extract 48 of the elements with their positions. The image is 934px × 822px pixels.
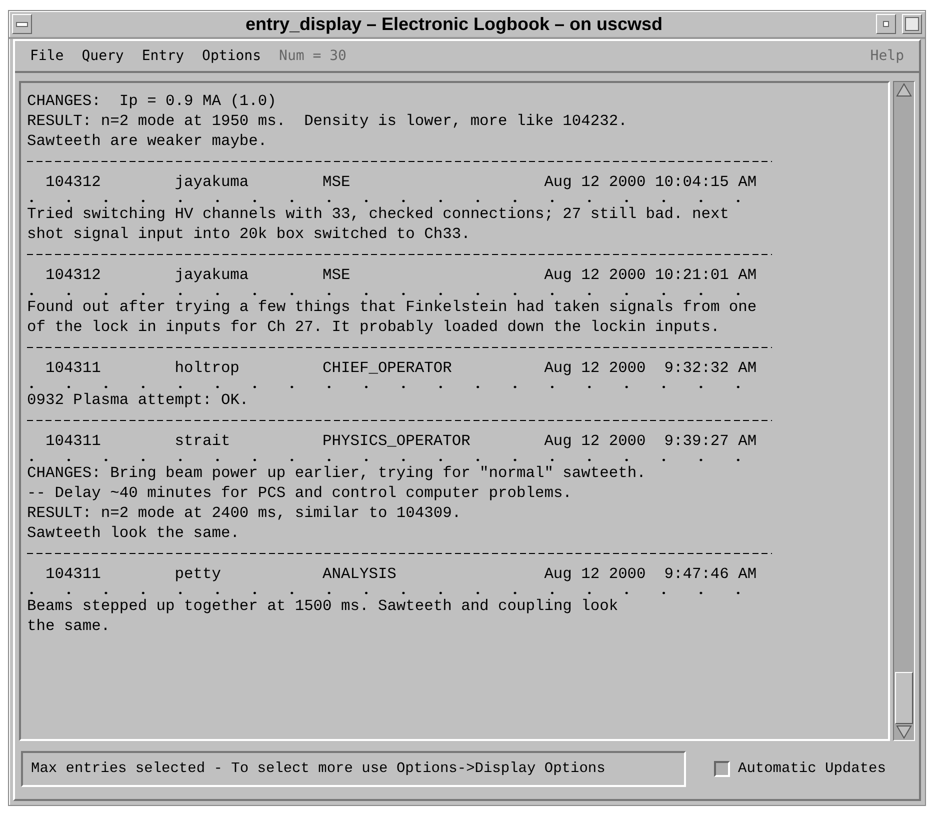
category-name: MSE xyxy=(322,172,352,192)
log-line: Sawteeth look the same. xyxy=(27,523,240,543)
log-line: Sawteeth are weaker maybe. xyxy=(27,131,268,151)
log-line: Tried switching HV channels with 33, checked connections; 27 still bad. next xyxy=(27,204,729,224)
maximize-button[interactable] xyxy=(902,14,922,34)
scroll-up-icon[interactable] xyxy=(895,82,913,98)
shot-number: 104312 xyxy=(45,265,102,285)
log-line: Found out after trying a few things that Finkelstein had taken signals from one xyxy=(27,297,757,317)
log-line: Beams stepped up together at 1500 ms. Sawteeth and coupling look xyxy=(27,596,618,616)
log-line: CHANGES: Ip = 0.9 MA (1.0) xyxy=(27,91,276,111)
menu-item[interactable]: Options xyxy=(195,46,268,66)
log-line: -- Delay ~40 minutes for PCS and control computer problems. xyxy=(27,483,572,503)
log-line: the same. xyxy=(27,616,110,636)
log-line: RESULT: n=2 mode at 1950 ms. Density is lower, more like 104232. xyxy=(27,111,628,131)
window-title: entry_display – Electronic Logbook – on uscwsd xyxy=(244,14,664,34)
user-name: strait xyxy=(174,431,232,451)
timestamp: Aug 12 2000 9:47:46 AM xyxy=(544,564,757,584)
log-line: of the lock in inputs for Ch 27. It probably loaded down the lockin inputs. xyxy=(27,317,720,337)
user-name: petty xyxy=(174,564,222,584)
user-name: holtrop xyxy=(174,358,240,378)
category-name: CHIEF_OPERATOR xyxy=(322,358,453,378)
status-field[interactable]: Max entries selected - To select more use Options->Display Options xyxy=(21,751,686,787)
category-name: MSE xyxy=(322,265,352,285)
menu-item[interactable]: Query xyxy=(74,46,131,66)
shot-number: 104311 xyxy=(45,431,102,451)
log-line: shot signal input into 20k box switched to Ch33. xyxy=(27,224,470,244)
timestamp: Aug 12 2000 10:21:01 AM xyxy=(544,265,757,285)
log-line: CHANGES: Bring beam power up earlier, trying for "normal" sawteeth. xyxy=(27,463,646,483)
shot-number: 104311 xyxy=(45,358,102,378)
minimize-button[interactable] xyxy=(876,14,896,34)
checkbox-label[interactable]: Automatic Updates xyxy=(738,761,886,777)
timestamp: Aug 12 2000 9:32:32 AM xyxy=(544,358,757,378)
log-line: 0932 Plasma attempt: OK. xyxy=(27,390,249,410)
category-name: ANALYSIS xyxy=(322,564,398,584)
window-menu-button[interactable] xyxy=(12,14,32,34)
log-line: RESULT: n=2 mode at 2400 ms, similar to 104309. xyxy=(27,503,462,523)
checkbox[interactable] xyxy=(714,761,730,777)
category-name: PHYSICS_OPERATOR xyxy=(322,431,472,451)
menu-item[interactable]: Entry xyxy=(134,46,192,66)
timestamp: Aug 12 2000 10:04:15 AM xyxy=(544,172,757,192)
timestamp: Aug 12 2000 9:39:27 AM xyxy=(544,431,757,451)
user-name: jayakuma xyxy=(174,265,250,285)
shot-number: 104312 xyxy=(45,172,102,192)
log-text-area[interactable] xyxy=(19,81,890,741)
user-name: jayakuma xyxy=(174,172,250,192)
shot-number: 104311 xyxy=(45,564,102,584)
menu-item[interactable]: File xyxy=(23,46,71,66)
scrollbar[interactable] xyxy=(893,81,915,741)
